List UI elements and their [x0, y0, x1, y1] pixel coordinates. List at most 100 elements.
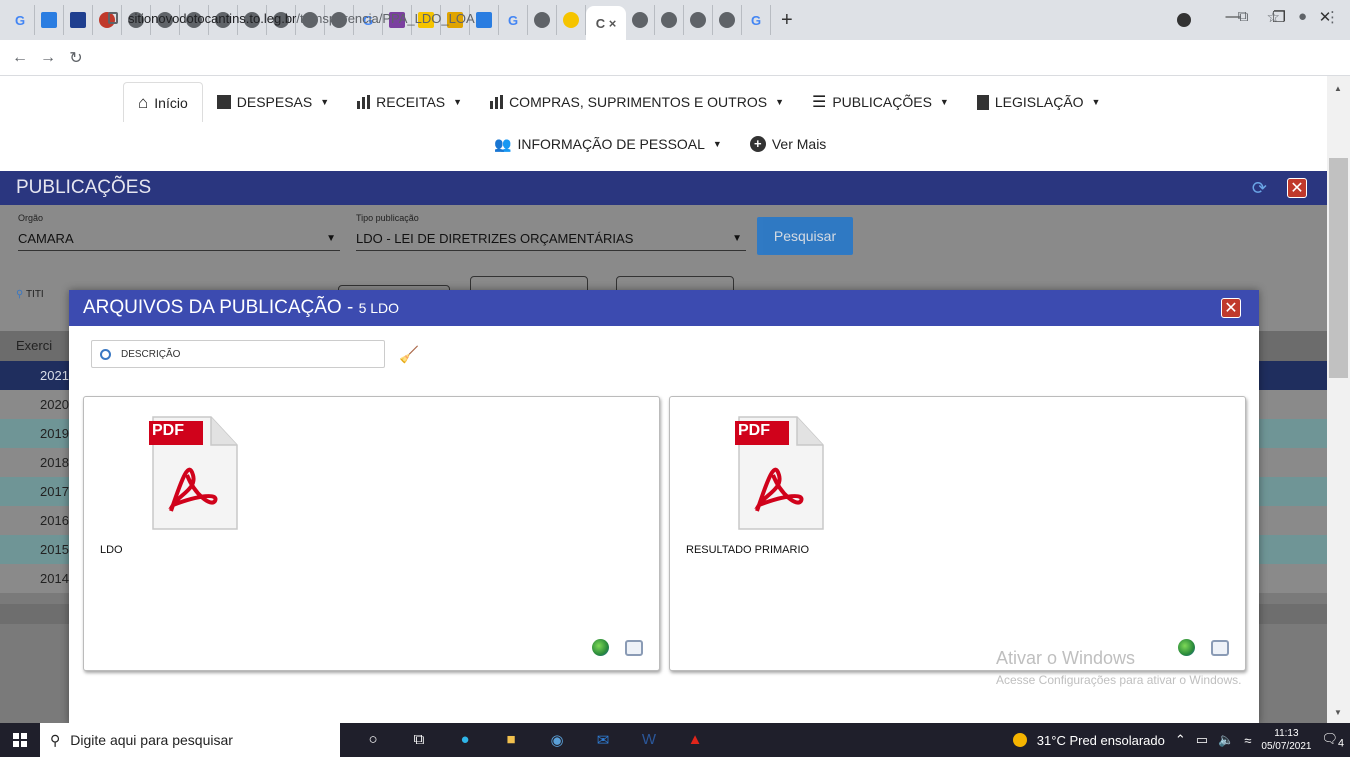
globe-icon[interactable] [1178, 639, 1195, 656]
calculator-icon [216, 95, 231, 109]
people-icon[interactable]: ◉ [534, 731, 580, 749]
clock[interactable]: 11:13 05/07/2021 [1261, 727, 1311, 753]
nav-despesas-label: DESPESAS [236, 94, 313, 110]
file-card-resultado-primario[interactable]: PDF RESULTADO PRIMARIO [669, 396, 1246, 671]
weather-text[interactable]: 31°C Pred ensolarado [1037, 733, 1165, 748]
scrollbar-thumb[interactable] [1329, 158, 1348, 378]
profile-icon[interactable]: ● [1298, 8, 1307, 26]
search-icon: ⚲ [50, 731, 61, 748]
modal-subtitle: 5 LDO [358, 300, 400, 316]
year-cell: 2018 [40, 455, 69, 470]
caret-down-icon: ▼ [320, 97, 330, 107]
orgao-value: CAMARA [18, 231, 74, 246]
nav-home[interactable]: ⌂ Início [123, 82, 203, 122]
menu-kebab-icon[interactable]: ⋮ [1325, 8, 1340, 26]
tipo-value: LDO - LEI DE DIRETRIZES ORÇAMENTÁRIAS [356, 231, 634, 246]
nav-despesas[interactable]: DESPESAS ▼ [203, 82, 343, 122]
file-explorer-icon[interactable]: ■ [488, 731, 534, 749]
nav-compras[interactable]: COMPRAS, SUPRIMENTOS E OUTROS ▼ [476, 82, 798, 122]
notifications-icon[interactable]: 🗨4 [1321, 731, 1344, 750]
nav-ver-mais[interactable]: + Ver Mais [736, 124, 840, 164]
globe-icon[interactable] [592, 639, 609, 656]
notification-count: 4 [1337, 737, 1344, 750]
bar-chart-icon [490, 95, 504, 109]
search-icon [100, 348, 111, 360]
orgao-label: Orgão [18, 213, 44, 223]
bar-chart-icon [357, 95, 371, 109]
url-path: /transparencia/PPA_LDO_LOA [296, 10, 475, 26]
nav-legislacao-label: LEGISLAÇÃO [994, 94, 1084, 110]
close-icon[interactable]: ✕ [1287, 178, 1307, 198]
year-cell: 2017 [40, 484, 69, 499]
browser-toolbar: ← → ↻ [0, 40, 1350, 76]
page-header-icons: ⟳ ✕ [1252, 178, 1307, 199]
year-cell: 2020 [40, 397, 69, 412]
nav-compras-label: COMPRAS, SUPRIMENTOS E OUTROS [509, 94, 768, 110]
volume-icon[interactable]: 🔈 [1218, 732, 1234, 748]
task-view-icon[interactable]: ⧉ [396, 731, 442, 749]
scroll-up-arrow-icon[interactable]: ▲ [1334, 84, 1342, 93]
year-cell: 2021 [40, 368, 69, 383]
windows-taskbar: ⚲ Digite aqui para pesquisar ○ ⧉ ● ■ ◉ ✉… [0, 723, 1350, 757]
nav-publicacoes[interactable]: ☰ PUBLICAÇÕES ▼ [798, 82, 963, 122]
bookmark-star-icon[interactable]: ☆ [1266, 8, 1279, 26]
nav-pessoal[interactable]: 👥 INFORMAÇÃO DE PESSOAL ▼ [480, 124, 736, 164]
nav-legislacao[interactable]: LEGISLAÇÃO ▼ [963, 82, 1115, 122]
battery-icon[interactable]: ▭ [1196, 732, 1208, 748]
caret-down-icon: ▼ [712, 139, 722, 149]
title-search[interactable]: ⚲ TITI [16, 289, 44, 300]
refresh-icon[interactable]: ⟳ [1252, 178, 1267, 199]
windows-start-icon[interactable] [0, 733, 40, 747]
browser-tab[interactable] [64, 5, 93, 35]
acrobat-icon[interactable]: ▲ [672, 731, 718, 749]
description-search-input[interactable]: DESCRIÇÃO [91, 340, 385, 368]
cortana-icon[interactable]: ○ [350, 731, 396, 749]
weather-icon[interactable] [1012, 733, 1027, 747]
modal-close-icon[interactable]: ✕ [1221, 298, 1241, 318]
chevron-up-icon[interactable]: ⌃ [1175, 732, 1186, 748]
windows-activation-title: Ativar o Windows [996, 648, 1136, 668]
wifi-icon[interactable]: ≈ [1244, 733, 1251, 748]
system-tray: 31°C Pred ensolarado ⌃ ▭ 🔈 ≈ 11:13 05/07… [1012, 723, 1344, 757]
home-icon: ⌂ [138, 92, 149, 112]
word-icon[interactable]: W [626, 731, 672, 749]
lock-icon [108, 12, 118, 24]
clock-time: 11:13 [1274, 728, 1299, 739]
mail-icon[interactable]: ✉ [580, 731, 626, 749]
document-icon [976, 94, 989, 110]
browser-tab[interactable] [35, 5, 64, 35]
windows-activation-text: Acesse Configurações para ativar o Windo… [996, 673, 1242, 687]
translate-icon[interactable]: ⧉ [1238, 8, 1249, 26]
browser-tab[interactable]: G [6, 5, 35, 35]
nav-receitas[interactable]: RECEITAS ▼ [343, 82, 476, 122]
taskbar-search-placeholder: Digite aqui para pesquisar [70, 732, 233, 748]
nav-ver-mais-label: Ver Mais [771, 136, 827, 152]
reload-icon[interactable]: ↻ [62, 48, 90, 68]
caret-down-icon: ▼ [939, 97, 949, 107]
years-header-label: Exerci [16, 338, 53, 353]
forward-icon[interactable]: → [34, 49, 62, 67]
printer-icon[interactable] [1211, 639, 1229, 656]
orgao-select[interactable]: CAMARA ▼ [18, 231, 340, 251]
scroll-down-arrow-icon[interactable]: ▼ [1334, 708, 1342, 717]
url-host: sitionovodotocantins.to.leg.br [128, 10, 297, 26]
taskbar-search[interactable]: ⚲ Digite aqui para pesquisar [40, 723, 340, 757]
file-name: RESULTADO PRIMARIO [686, 544, 810, 556]
caret-down-icon: ▼ [775, 97, 784, 107]
back-icon[interactable]: ← [6, 49, 34, 67]
pdf-badge: PDF [152, 422, 184, 439]
pesquisar-button[interactable]: Pesquisar [757, 217, 853, 255]
address-bar[interactable]: sitionovodotocantins.to.leg.br/transpare… [108, 6, 1188, 30]
tipo-select[interactable]: LDO - LEI DE DIRETRIZES ORÇAMENTÁRIAS ▼ [356, 231, 746, 251]
clear-broom-icon[interactable]: 🧹 [399, 345, 419, 365]
printer-icon[interactable] [625, 639, 643, 656]
search-icon: ⚲ [16, 289, 24, 300]
clock-date: 05/07/2021 [1261, 741, 1312, 752]
edge-icon[interactable]: ● [442, 731, 488, 749]
caret-down-icon: ▼ [453, 97, 463, 107]
file-card-ldo[interactable]: PDF LDO [83, 396, 660, 671]
page-title-bar: PUBLICAÇÕES [0, 171, 1327, 205]
year-cell: 2015 [40, 542, 69, 557]
tipo-label: Tipo publicação [356, 213, 419, 223]
dropdown-arrow-icon: ▼ [732, 233, 742, 244]
